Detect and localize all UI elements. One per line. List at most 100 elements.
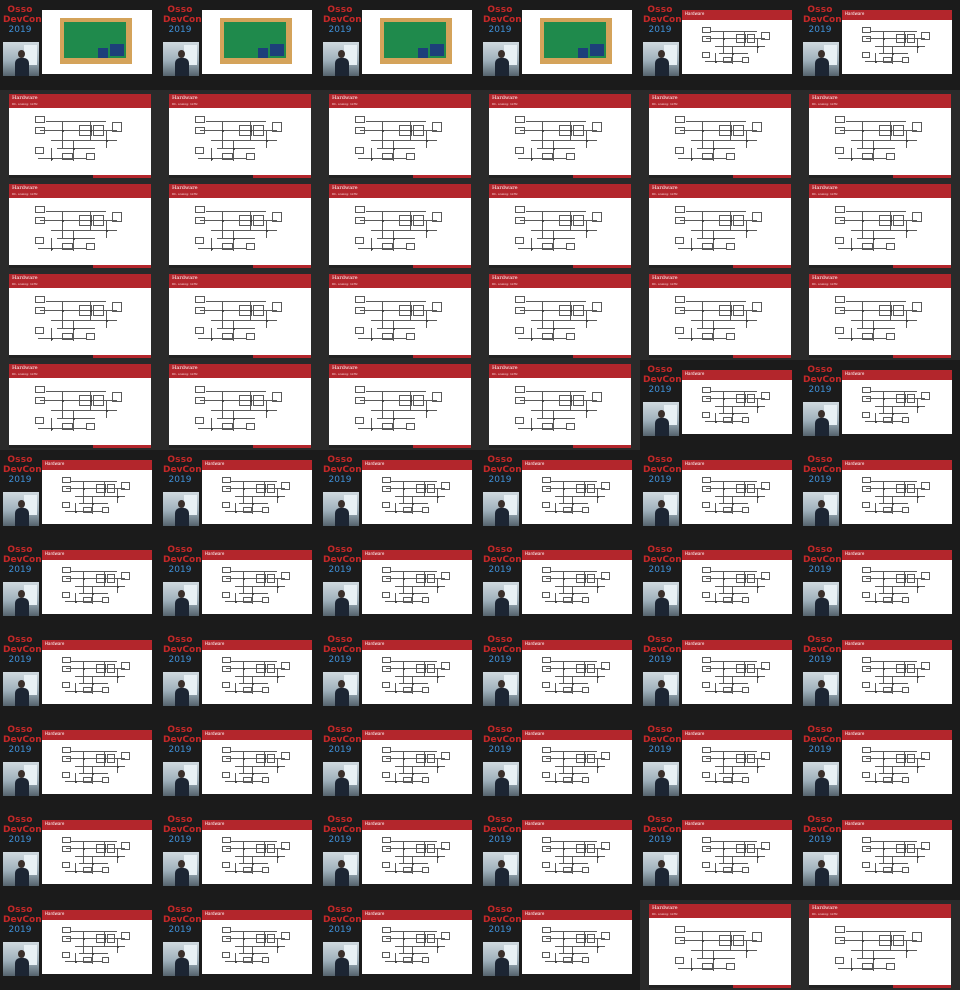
- slide-thumbnail[interactable]: Hardware RC, analog: 1kHz: [640, 90, 800, 180]
- presentation-screen: Hardware: [522, 640, 632, 704]
- speaker-thumbnail-schematic[interactable]: Osso DevCon 2019 Hardware: [480, 810, 640, 900]
- speaker-camera-feed: [3, 582, 39, 616]
- slide-thumbnail[interactable]: Hardware RC, analog: 1kHz: [800, 90, 960, 180]
- slide-footer: [329, 175, 471, 178]
- slide-subtitle: RC, analog: 1kHz: [492, 282, 518, 286]
- slide-thumbnail[interactable]: Hardware RC, analog: 1kHz: [640, 270, 800, 360]
- slide-canvas: Hardware RC, analog: 1kHz: [649, 184, 791, 268]
- speaker-thumbnail-schematic[interactable]: Osso DevCon 2019 Hardware: [800, 0, 960, 90]
- speaker-camera-feed: [3, 942, 39, 976]
- speaker-thumbnail-schematic[interactable]: Osso DevCon 2019 Hardware: [160, 540, 320, 630]
- speaker-thumbnail-schematic[interactable]: Osso DevCon 2019 Hardware: [640, 630, 800, 720]
- slide-footer-bar: [573, 175, 631, 178]
- slide-thumbnail[interactable]: Hardware RC, analog: 1kHz: [160, 270, 320, 360]
- speaker-thumbnail-pcb[interactable]: Osso DevCon 2019: [0, 0, 160, 90]
- speaker-thumbnail-schematic[interactable]: Osso DevCon 2019 Hardware: [0, 810, 160, 900]
- speaker-camera-feed: [643, 672, 679, 706]
- speaker-body: [335, 58, 349, 76]
- speaker-thumbnail-pcb[interactable]: Osso DevCon 2019: [320, 0, 480, 90]
- logo-line1: Osso: [327, 815, 353, 825]
- speaker-thumbnail-schematic[interactable]: Osso DevCon 2019 Hardware: [640, 450, 800, 540]
- slide-header: Hardware: [362, 550, 472, 560]
- speaker-thumbnail-schematic[interactable]: Osso DevCon 2019 Hardware: [0, 540, 160, 630]
- slide-title: Hardware: [652, 275, 678, 281]
- slide-thumbnail[interactable]: Hardware RC, analog: 1kHz: [0, 360, 160, 450]
- presentation-screen: Hardware: [842, 820, 952, 884]
- slide-thumbnail[interactable]: Hardware RC, analog: 1kHz: [480, 180, 640, 270]
- speaker-body: [815, 868, 829, 886]
- speaker-thumbnail-schematic[interactable]: Osso DevCon 2019 Hardware: [0, 720, 160, 810]
- speaker-camera-feed: [3, 762, 39, 796]
- slide-thumbnail[interactable]: Hardware RC, analog: 1kHz: [0, 270, 160, 360]
- speaker-thumbnail-schematic[interactable]: Osso DevCon 2019 Hardware: [320, 720, 480, 810]
- speaker-thumbnail-schematic[interactable]: Osso DevCon 2019 Hardware: [480, 900, 640, 990]
- slide-thumbnail[interactable]: Hardware RC, analog: 1kHz: [320, 270, 480, 360]
- speaker-thumbnail-schematic[interactable]: Osso DevCon 2019 Hardware: [640, 360, 800, 450]
- devcon-logo: Osso DevCon 2019: [643, 726, 682, 755]
- speaker-thumbnail-schematic[interactable]: Osso DevCon 2019 Hardware: [320, 540, 480, 630]
- speaker-thumbnail-schematic[interactable]: Osso DevCon 2019 Hardware: [320, 810, 480, 900]
- speaker-thumbnail-schematic[interactable]: Osso DevCon 2019 Hardware: [320, 630, 480, 720]
- speaker-thumbnail-schematic[interactable]: Osso DevCon 2019 Hardware: [0, 900, 160, 990]
- speaker-thumbnail-schematic[interactable]: Osso DevCon 2019 Hardware: [480, 450, 640, 540]
- speaker-thumbnail-schematic[interactable]: Osso DevCon 2019 Hardware: [0, 630, 160, 720]
- speaker-thumbnail-schematic[interactable]: Osso DevCon 2019 Hardware: [640, 0, 800, 90]
- speaker-thumbnail-schematic[interactable]: Osso DevCon 2019 Hardware: [800, 450, 960, 540]
- slide-thumbnail[interactable]: Hardware RC, analog: 1kHz: [480, 360, 640, 450]
- speaker-thumbnail-schematic[interactable]: Osso DevCon 2019 Hardware: [640, 720, 800, 810]
- devcon-logo: Osso DevCon 2019: [643, 6, 682, 35]
- slide-thumbnail[interactable]: Hardware RC, analog: 1kHz: [160, 360, 320, 450]
- slide-thumbnail[interactable]: Hardware RC, analog: 1kHz: [480, 90, 640, 180]
- speaker-thumbnail-schematic[interactable]: Osso DevCon 2019 Hardware: [160, 810, 320, 900]
- logo-line2: DevCon: [643, 735, 682, 745]
- speaker-thumbnail-schematic[interactable]: Osso DevCon 2019 Hardware: [800, 810, 960, 900]
- speaker-thumbnail-schematic[interactable]: Osso DevCon 2019 Hardware: [320, 450, 480, 540]
- speaker-thumbnail-schematic[interactable]: Osso DevCon 2019 Hardware: [480, 720, 640, 810]
- speaker-thumbnail-schematic[interactable]: Osso DevCon 2019 Hardware: [800, 720, 960, 810]
- speaker-body: [175, 688, 189, 706]
- slide-thumbnail[interactable]: Hardware RC, analog: 1kHz: [800, 900, 960, 990]
- pcb-connector: [98, 48, 108, 58]
- speaker-thumbnail-schematic[interactable]: Osso DevCon 2019 Hardware: [320, 900, 480, 990]
- speaker-figure: [335, 500, 349, 526]
- slide-title: Hardware: [492, 95, 518, 101]
- logo-line3: 2019: [488, 475, 512, 485]
- speaker-thumbnail-pcb[interactable]: Osso DevCon 2019: [160, 0, 320, 90]
- slide-footer-bar: [253, 355, 311, 358]
- speaker-thumbnail-schematic[interactable]: Osso DevCon 2019 Hardware: [0, 450, 160, 540]
- speaker-thumbnail-schematic[interactable]: Osso DevCon 2019 Hardware: [800, 540, 960, 630]
- speaker-thumbnail-schematic[interactable]: Osso DevCon 2019 Hardware: [800, 630, 960, 720]
- slide-canvas: Hardware RC, analog: 1kHz: [489, 364, 631, 448]
- slide-thumbnail[interactable]: Hardware RC, analog: 1kHz: [640, 900, 800, 990]
- devcon-logo: Osso DevCon 2019: [323, 726, 362, 755]
- speaker-thumbnail-schematic[interactable]: Osso DevCon 2019 Hardware: [160, 900, 320, 990]
- speaker-figure: [15, 860, 29, 886]
- speaker-thumbnail-schematic[interactable]: Osso DevCon 2019 Hardware: [480, 630, 640, 720]
- slide-thumbnail[interactable]: Hardware RC, analog: 1kHz: [800, 270, 960, 360]
- slide-thumbnail[interactable]: Hardware RC, analog: 1kHz: [800, 180, 960, 270]
- speaker-thumbnail-schematic[interactable]: Osso DevCon 2019 Hardware: [640, 810, 800, 900]
- slide-thumbnail[interactable]: Hardware RC, analog: 1kHz: [320, 180, 480, 270]
- slide-thumbnail[interactable]: Hardware RC, analog: 1kHz: [160, 90, 320, 180]
- speaker-thumbnail-schematic[interactable]: Osso DevCon 2019 Hardware: [160, 630, 320, 720]
- slide-thumbnail[interactable]: Hardware RC, analog: 1kHz: [160, 180, 320, 270]
- speaker-thumbnail-schematic[interactable]: Osso DevCon 2019 Hardware: [640, 540, 800, 630]
- speaker-thumbnail-schematic[interactable]: Osso DevCon 2019 Hardware: [160, 450, 320, 540]
- slide-thumbnail[interactable]: Hardware RC, analog: 1kHz: [0, 180, 160, 270]
- speaker-thumbnail-pcb[interactable]: Osso DevCon 2019: [480, 0, 640, 90]
- slide-thumbnail[interactable]: Hardware RC, analog: 1kHz: [640, 180, 800, 270]
- speaker-thumbnail-schematic[interactable]: Osso DevCon 2019 Hardware: [800, 360, 960, 450]
- slide-thumbnail[interactable]: Hardware RC, analog: 1kHz: [320, 360, 480, 450]
- slide-footer: [489, 355, 631, 358]
- speaker-camera-feed: [483, 762, 519, 796]
- slide-title: Hardware: [845, 821, 865, 826]
- speaker-thumbnail-schematic[interactable]: Osso DevCon 2019 Hardware: [160, 720, 320, 810]
- slide-title: Hardware: [685, 11, 705, 16]
- logo-line2: DevCon: [323, 555, 362, 565]
- slide-title: Hardware: [12, 365, 38, 371]
- slide-thumbnail[interactable]: Hardware RC, analog: 1kHz: [320, 90, 480, 180]
- slide-thumbnail[interactable]: Hardware RC, analog: 1kHz: [480, 270, 640, 360]
- devcon-logo: Osso DevCon 2019: [643, 636, 682, 665]
- speaker-thumbnail-schematic[interactable]: Osso DevCon 2019 Hardware: [480, 540, 640, 630]
- slide-thumbnail[interactable]: Hardware RC, analog: 1kHz: [0, 90, 160, 180]
